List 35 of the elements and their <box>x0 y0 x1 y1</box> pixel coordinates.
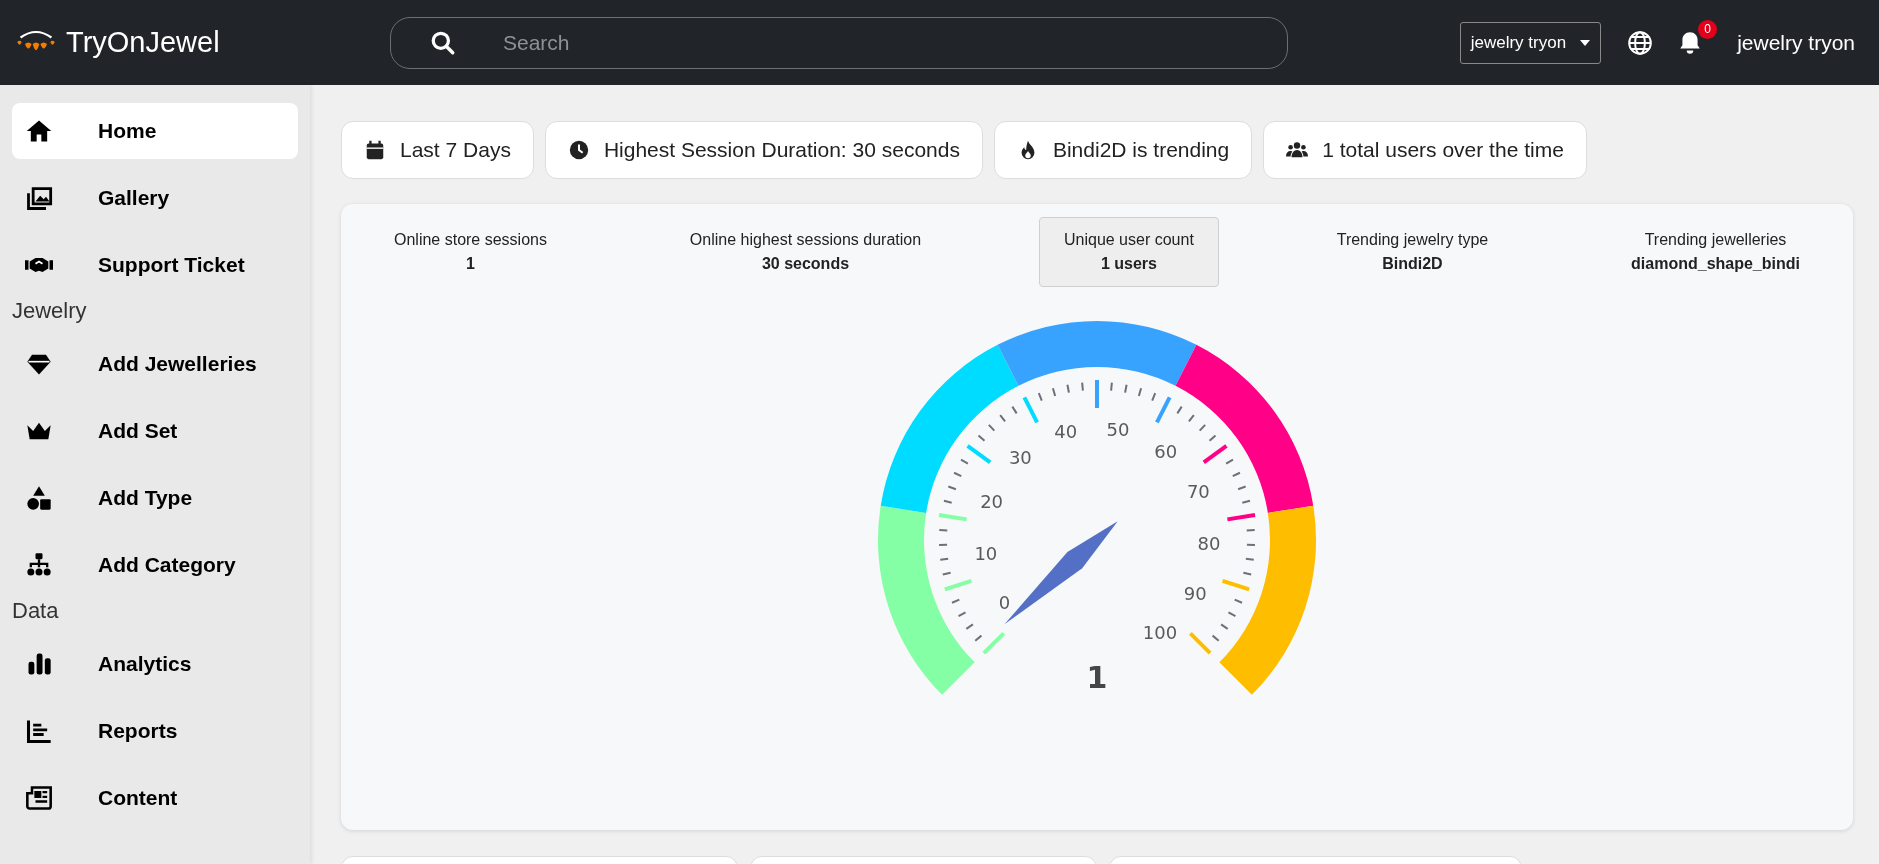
summary-pill[interactable]: 1 total users over the time <box>1263 121 1587 179</box>
section-heading: Jewelry <box>12 298 88 324</box>
stat-tab[interactable]: Online highest sessions duration 30 seconds <box>664 217 947 287</box>
section-heading: Data <box>12 598 60 624</box>
sidebar-item[interactable]: Reports <box>12 703 298 759</box>
sidebar-item[interactable]: Add Set <box>12 403 298 459</box>
sidebar-item[interactable]: Gallery <box>12 170 298 226</box>
search-icon <box>430 29 456 56</box>
globe-icon[interactable] <box>1627 29 1654 56</box>
caret-icon <box>1580 39 1591 46</box>
sidebar-item[interactable]: Home <box>12 103 298 159</box>
summary-pill[interactable]: Highest Session Duration: 30 seconds <box>544 121 983 179</box>
calendar-icon <box>364 139 386 161</box>
account-dropdown[interactable]: jewelry tryon <box>1459 21 1602 64</box>
picture-icon <box>25 184 53 212</box>
app-name: TryOnJewel <box>66 26 220 59</box>
stat-tab[interactable]: Trending jewelry type Bindi2D <box>1311 217 1514 287</box>
summary-pill[interactable]: Last 7 Days <box>341 121 534 179</box>
notification-badge: 0 <box>1698 19 1718 39</box>
stat-tab[interactable]: Online store sessions 1 <box>369 217 572 287</box>
sidebar-item[interactable]: Analytics <box>12 636 298 692</box>
sidebar-item[interactable]: Support Ticket <box>12 237 298 293</box>
sidebar-item[interactable]: Add Type <box>12 470 298 526</box>
newspaper-icon <box>25 784 53 812</box>
user-name[interactable]: jewelry tryon <box>1737 30 1855 55</box>
clock-icon <box>567 139 590 161</box>
sidebar-item[interactable]: Content <box>12 770 298 826</box>
stat-tab[interactable]: Unique user count 1 users <box>1038 217 1219 287</box>
sidebar-item[interactable]: Add Category <box>12 537 298 593</box>
sidebar-item[interactable]: Add Jewelleries <box>12 336 298 392</box>
shapes-icon <box>25 484 53 512</box>
summary-pill[interactable]: Bindi2D is trending <box>993 121 1253 179</box>
stat-tab[interactable]: Trending jewelleries diamond_shape_bindi <box>1606 217 1825 287</box>
gauge-drawing: 0 10 20 30 40 50 60 70 80 90 100 1 <box>857 307 1337 727</box>
search-field[interactable]: Search <box>390 16 1288 69</box>
